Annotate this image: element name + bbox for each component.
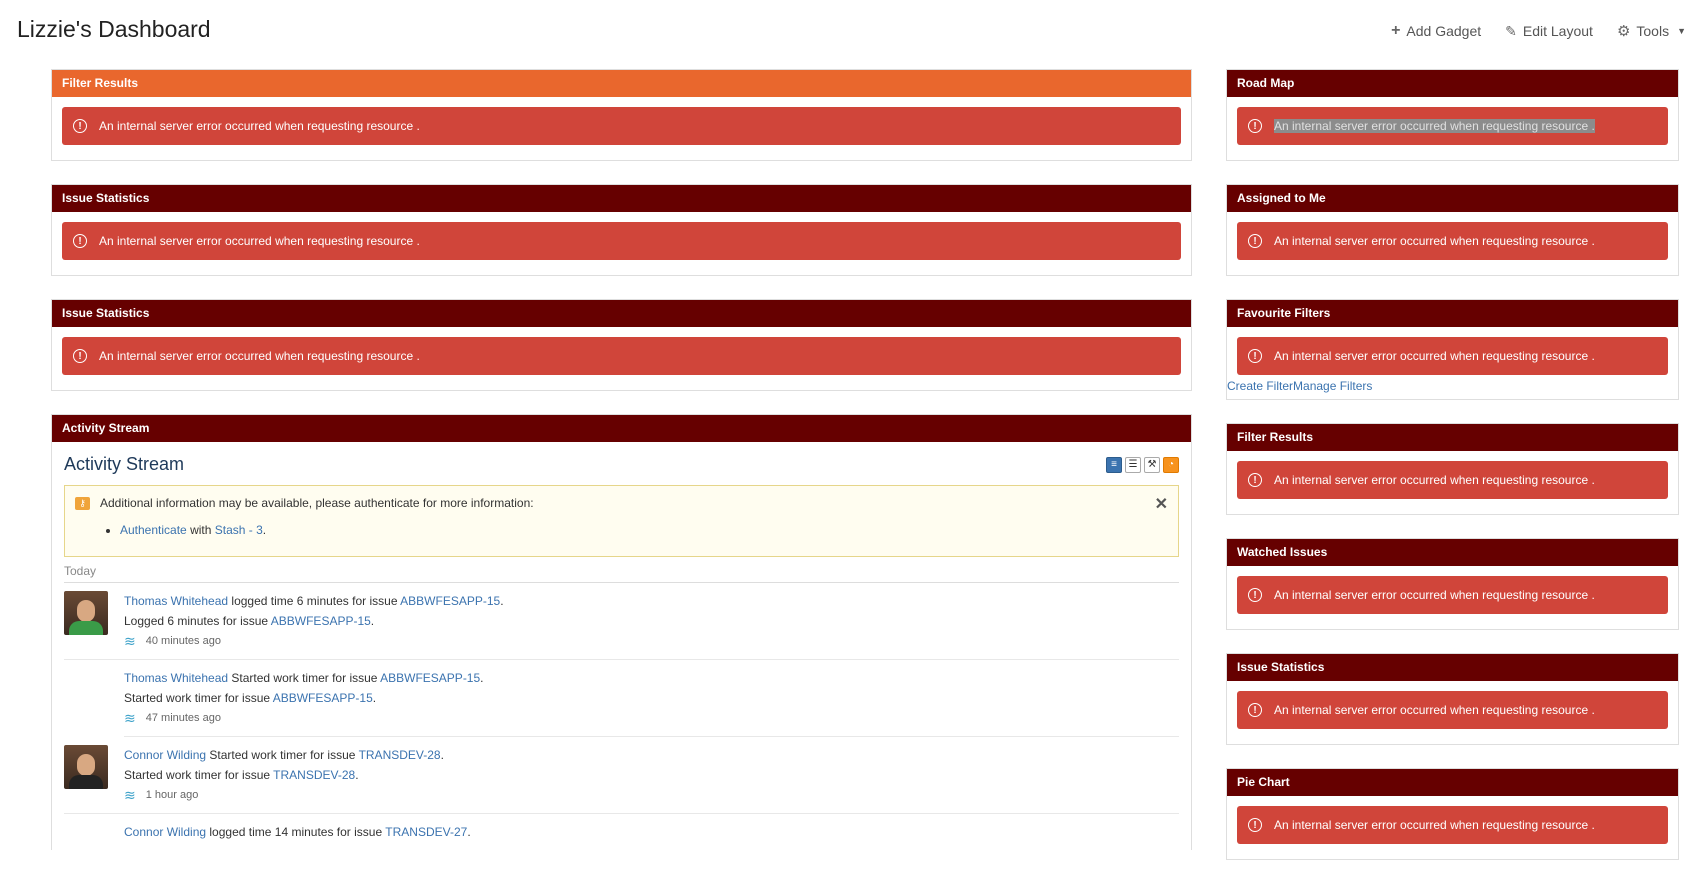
gadget-filter-results: Filter Results ! An internal server erro… (51, 69, 1192, 161)
gadget-title[interactable]: Activity Stream (52, 415, 1191, 442)
gadget-issue-statistics: Issue Statistics ! An internal server er… (51, 184, 1192, 276)
key-icon: ⚷ (75, 497, 90, 510)
gadget-title[interactable]: Assigned to Me (1227, 185, 1678, 212)
activity-item: Thomas Whitehead Started work timer for … (124, 660, 1179, 737)
warning-icon: ! (1248, 818, 1262, 832)
jira-icon: ≋ (124, 710, 136, 726)
auth-notice-text: Additional information may be available,… (100, 496, 534, 510)
gadget-title[interactable]: Favourite Filters (1227, 300, 1678, 327)
stash-link[interactable]: Stash - 3 (215, 523, 263, 537)
jira-icon: ≋ (124, 633, 136, 649)
gadget-issue-statistics: Issue Statistics ! An internal server er… (1226, 653, 1679, 745)
warning-icon: ! (1248, 703, 1262, 717)
edit-layout-button[interactable]: ✎ Edit Layout (1505, 23, 1593, 40)
error-message: ! An internal server error occurred when… (62, 107, 1181, 145)
avatar[interactable] (64, 591, 108, 635)
gadget-favourite-filters: Favourite Filters ! An internal server e… (1226, 299, 1679, 400)
error-message: ! An internal server error occurred when… (1237, 691, 1668, 729)
gadget-assigned-to-me: Assigned to Me ! An internal server erro… (1226, 184, 1679, 276)
gadget-title[interactable]: Watched Issues (1227, 539, 1678, 566)
filter-links[interactable]: Create FilterManage Filters (1227, 375, 1678, 399)
plus-icon: + (1391, 22, 1401, 39)
tools-label: Tools (1636, 23, 1670, 39)
warning-icon: ! (73, 234, 87, 248)
gadget-filter-results: Filter Results ! An internal server erro… (1226, 423, 1679, 515)
user-link[interactable]: Connor Wilding (124, 825, 206, 839)
error-message: ! An internal server error occurred when… (62, 337, 1181, 375)
user-link[interactable]: Connor Wilding (124, 748, 206, 762)
gadget-title[interactable]: Issue Statistics (52, 185, 1191, 212)
gadget-watched-issues: Watched Issues ! An internal server erro… (1226, 538, 1679, 630)
filter-icon[interactable]: ⚒ (1144, 456, 1160, 473)
error-message: ! An internal server error occurred when… (1237, 222, 1668, 260)
warning-icon: ! (1248, 349, 1262, 363)
user-link[interactable]: Thomas Whitehead (124, 594, 228, 608)
activity-item: Thomas Whitehead logged time 6 minutes f… (64, 583, 1179, 660)
warning-icon: ! (1248, 119, 1262, 133)
timestamp: 1 hour ago (145, 789, 199, 801)
gear-icon: ⚙ (1616, 23, 1631, 40)
timestamp: 40 minutes ago (145, 635, 221, 647)
gadget-issue-statistics-2: Issue Statistics ! An internal server er… (51, 299, 1192, 391)
activity-item: Connor Wilding Started work timer for is… (64, 737, 1179, 814)
list-view-icon[interactable]: ☰ (1125, 456, 1141, 473)
warning-icon: ! (1248, 588, 1262, 602)
authenticate-link[interactable]: Authenticate (120, 523, 187, 537)
gadget-title[interactable]: Issue Statistics (52, 300, 1191, 327)
gadget-pie-chart: Pie Chart ! An internal server error occ… (1226, 768, 1679, 860)
add-gadget-label: Add Gadget (1406, 23, 1482, 39)
left-column: Filter Results ! An internal server erro… (51, 69, 1192, 873)
avatar[interactable] (64, 745, 108, 789)
error-message: ! An internal server error occurred when… (1237, 576, 1668, 614)
warning-icon: ! (73, 349, 87, 363)
issue-link[interactable]: ABBWFESAPP-15 (271, 614, 371, 628)
edit-layout-label: Edit Layout (1522, 23, 1593, 39)
issue-link[interactable]: ABBWFESAPP-15 (273, 691, 373, 705)
pencil-icon: ✎ (1505, 22, 1517, 39)
gadget-activity-stream: Activity Stream Activity Stream ≡ ☰ ⚒ ◔ … (51, 414, 1192, 850)
auth-item: Authenticate with Stash - 3. (120, 523, 1168, 537)
user-link[interactable]: Thomas Whitehead (124, 671, 228, 685)
error-message: ! An internal server error occurred when… (1237, 107, 1668, 145)
rss-feed-icon[interactable]: ◔ (1163, 456, 1179, 473)
dashboard-toolbar: + Add Gadget ✎ Edit Layout ⚙ Tools ▼ (1391, 22, 1686, 40)
issue-link[interactable]: ABBWFESAPP-15 (400, 594, 500, 608)
gadget-title[interactable]: Filter Results (52, 70, 1191, 97)
issue-link[interactable]: ABBWFESAPP-15 (380, 671, 480, 685)
activity-item: Connor Wilding logged time 14 minutes fo… (124, 825, 471, 839)
gadget-title[interactable]: Issue Statistics (1227, 654, 1678, 681)
caret-down-icon: ▼ (1677, 26, 1686, 36)
view-options: ≡ ☰ ⚒ ◔ (1106, 456, 1179, 473)
gadget-title[interactable]: Filter Results (1227, 424, 1678, 451)
error-message: ! An internal server error occurred when… (1237, 806, 1668, 844)
gadget-road-map: Road Map ! An internal server error occu… (1226, 69, 1679, 161)
warning-icon: ! (1248, 234, 1262, 248)
gadget-title[interactable]: Pie Chart (1227, 769, 1678, 796)
issue-link[interactable]: TRANSDEV-28 (273, 768, 355, 782)
activity-stream-title: Activity Stream (64, 454, 185, 474)
gadget-title[interactable]: Road Map (1227, 70, 1678, 97)
add-gadget-button[interactable]: + Add Gadget (1391, 22, 1481, 40)
issue-link[interactable]: TRANSDEV-27 (385, 825, 467, 839)
page-title: Lizzie's Dashboard (17, 16, 211, 42)
auth-notice: ⚷ Additional information may be availabl… (64, 485, 1179, 557)
jira-icon: ≋ (124, 787, 136, 803)
error-message: ! An internal server error occurred when… (1237, 337, 1668, 375)
error-message: ! An internal server error occurred when… (62, 222, 1181, 260)
issue-link[interactable]: TRANSDEV-28 (359, 748, 441, 762)
tools-menu-button[interactable]: ⚙ Tools ▼ (1617, 22, 1686, 40)
timestamp: 47 minutes ago (145, 712, 221, 724)
full-view-icon[interactable]: ≡ (1106, 456, 1122, 473)
date-group-label: Today (64, 564, 1179, 583)
warning-icon: ! (73, 119, 87, 133)
right-column: Road Map ! An internal server error occu… (1226, 69, 1679, 883)
warning-icon: ! (1248, 473, 1262, 487)
close-icon[interactable]: ✕ (1155, 494, 1168, 514)
error-message: ! An internal server error occurred when… (1237, 461, 1668, 499)
